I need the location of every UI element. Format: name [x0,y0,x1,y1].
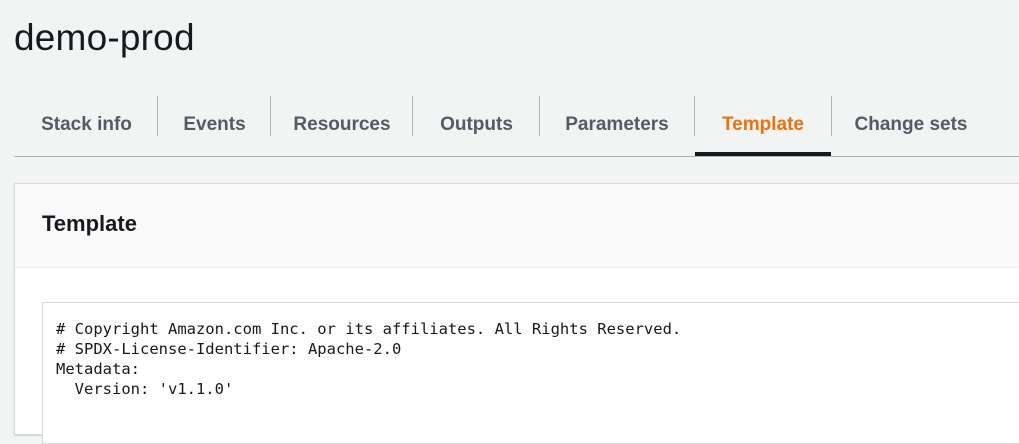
code-line: Metadata: [56,360,140,378]
tab-resources[interactable]: Resources [271,96,413,154]
tab-template[interactable]: Template [695,96,831,156]
template-code-box[interactable]: # Copyright Amazon.com Inc. or its affil… [42,302,1019,444]
tab-stack-info[interactable]: Stack info [14,96,159,154]
template-panel: Template # Copyright Amazon.com Inc. or … [14,183,1019,444]
template-panel-header: Template [15,184,1019,268]
code-line: # SPDX-License-Identifier: Apache-2.0 [56,340,402,358]
tab-change-sets[interactable]: Change sets [832,96,990,154]
code-line: Version: 'v1.1.0' [56,380,234,398]
tab-bar: Stack info Events Resources Outputs Para… [14,96,1019,157]
tab-parameters[interactable]: Parameters [540,96,694,154]
tab-events[interactable]: Events [158,96,271,154]
code-line: # Copyright Amazon.com Inc. or its affil… [56,320,682,338]
tab-outputs[interactable]: Outputs [413,96,540,154]
template-panel-title: Template [42,211,137,236]
template-code: # Copyright Amazon.com Inc. or its affil… [56,319,681,399]
page-title: demo-prod [14,17,195,58]
